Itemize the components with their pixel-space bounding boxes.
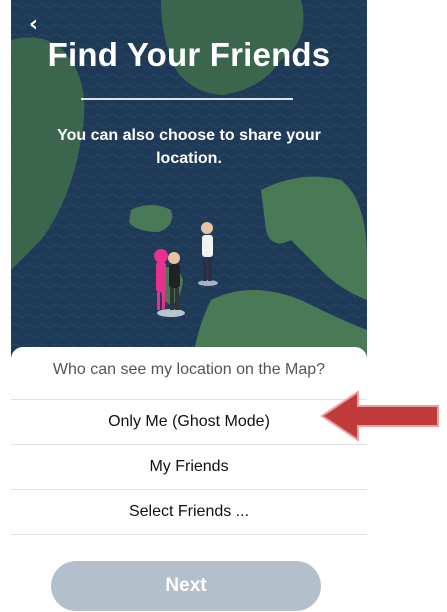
next-button[interactable]: Next — [51, 561, 321, 611]
option-my-friends[interactable]: My Friends — [11, 444, 367, 489]
subtitle-text: You can also choose to share your locati… — [57, 127, 321, 167]
pointer-arrow-icon — [320, 390, 439, 442]
title-divider — [81, 98, 293, 100]
question-label: Who can see my location on the Map? — [52, 361, 326, 378]
option-only-me[interactable]: Only Me (Ghost Mode) — [11, 399, 367, 444]
location-sheet: Who can see my location on the Map? Only… — [11, 347, 367, 612]
back-button[interactable]: ‹ — [29, 12, 49, 38]
option-select-friends[interactable]: Select Friends ... — [11, 489, 367, 535]
map-background: ‹ Find Your Friends You can also choose … — [11, 0, 367, 370]
screen: ‹ Find Your Friends You can also choose … — [0, 0, 447, 612]
page-title: Find Your Friends — [47, 36, 331, 73]
phone-screen: ‹ Find Your Friends You can also choose … — [11, 0, 367, 612]
